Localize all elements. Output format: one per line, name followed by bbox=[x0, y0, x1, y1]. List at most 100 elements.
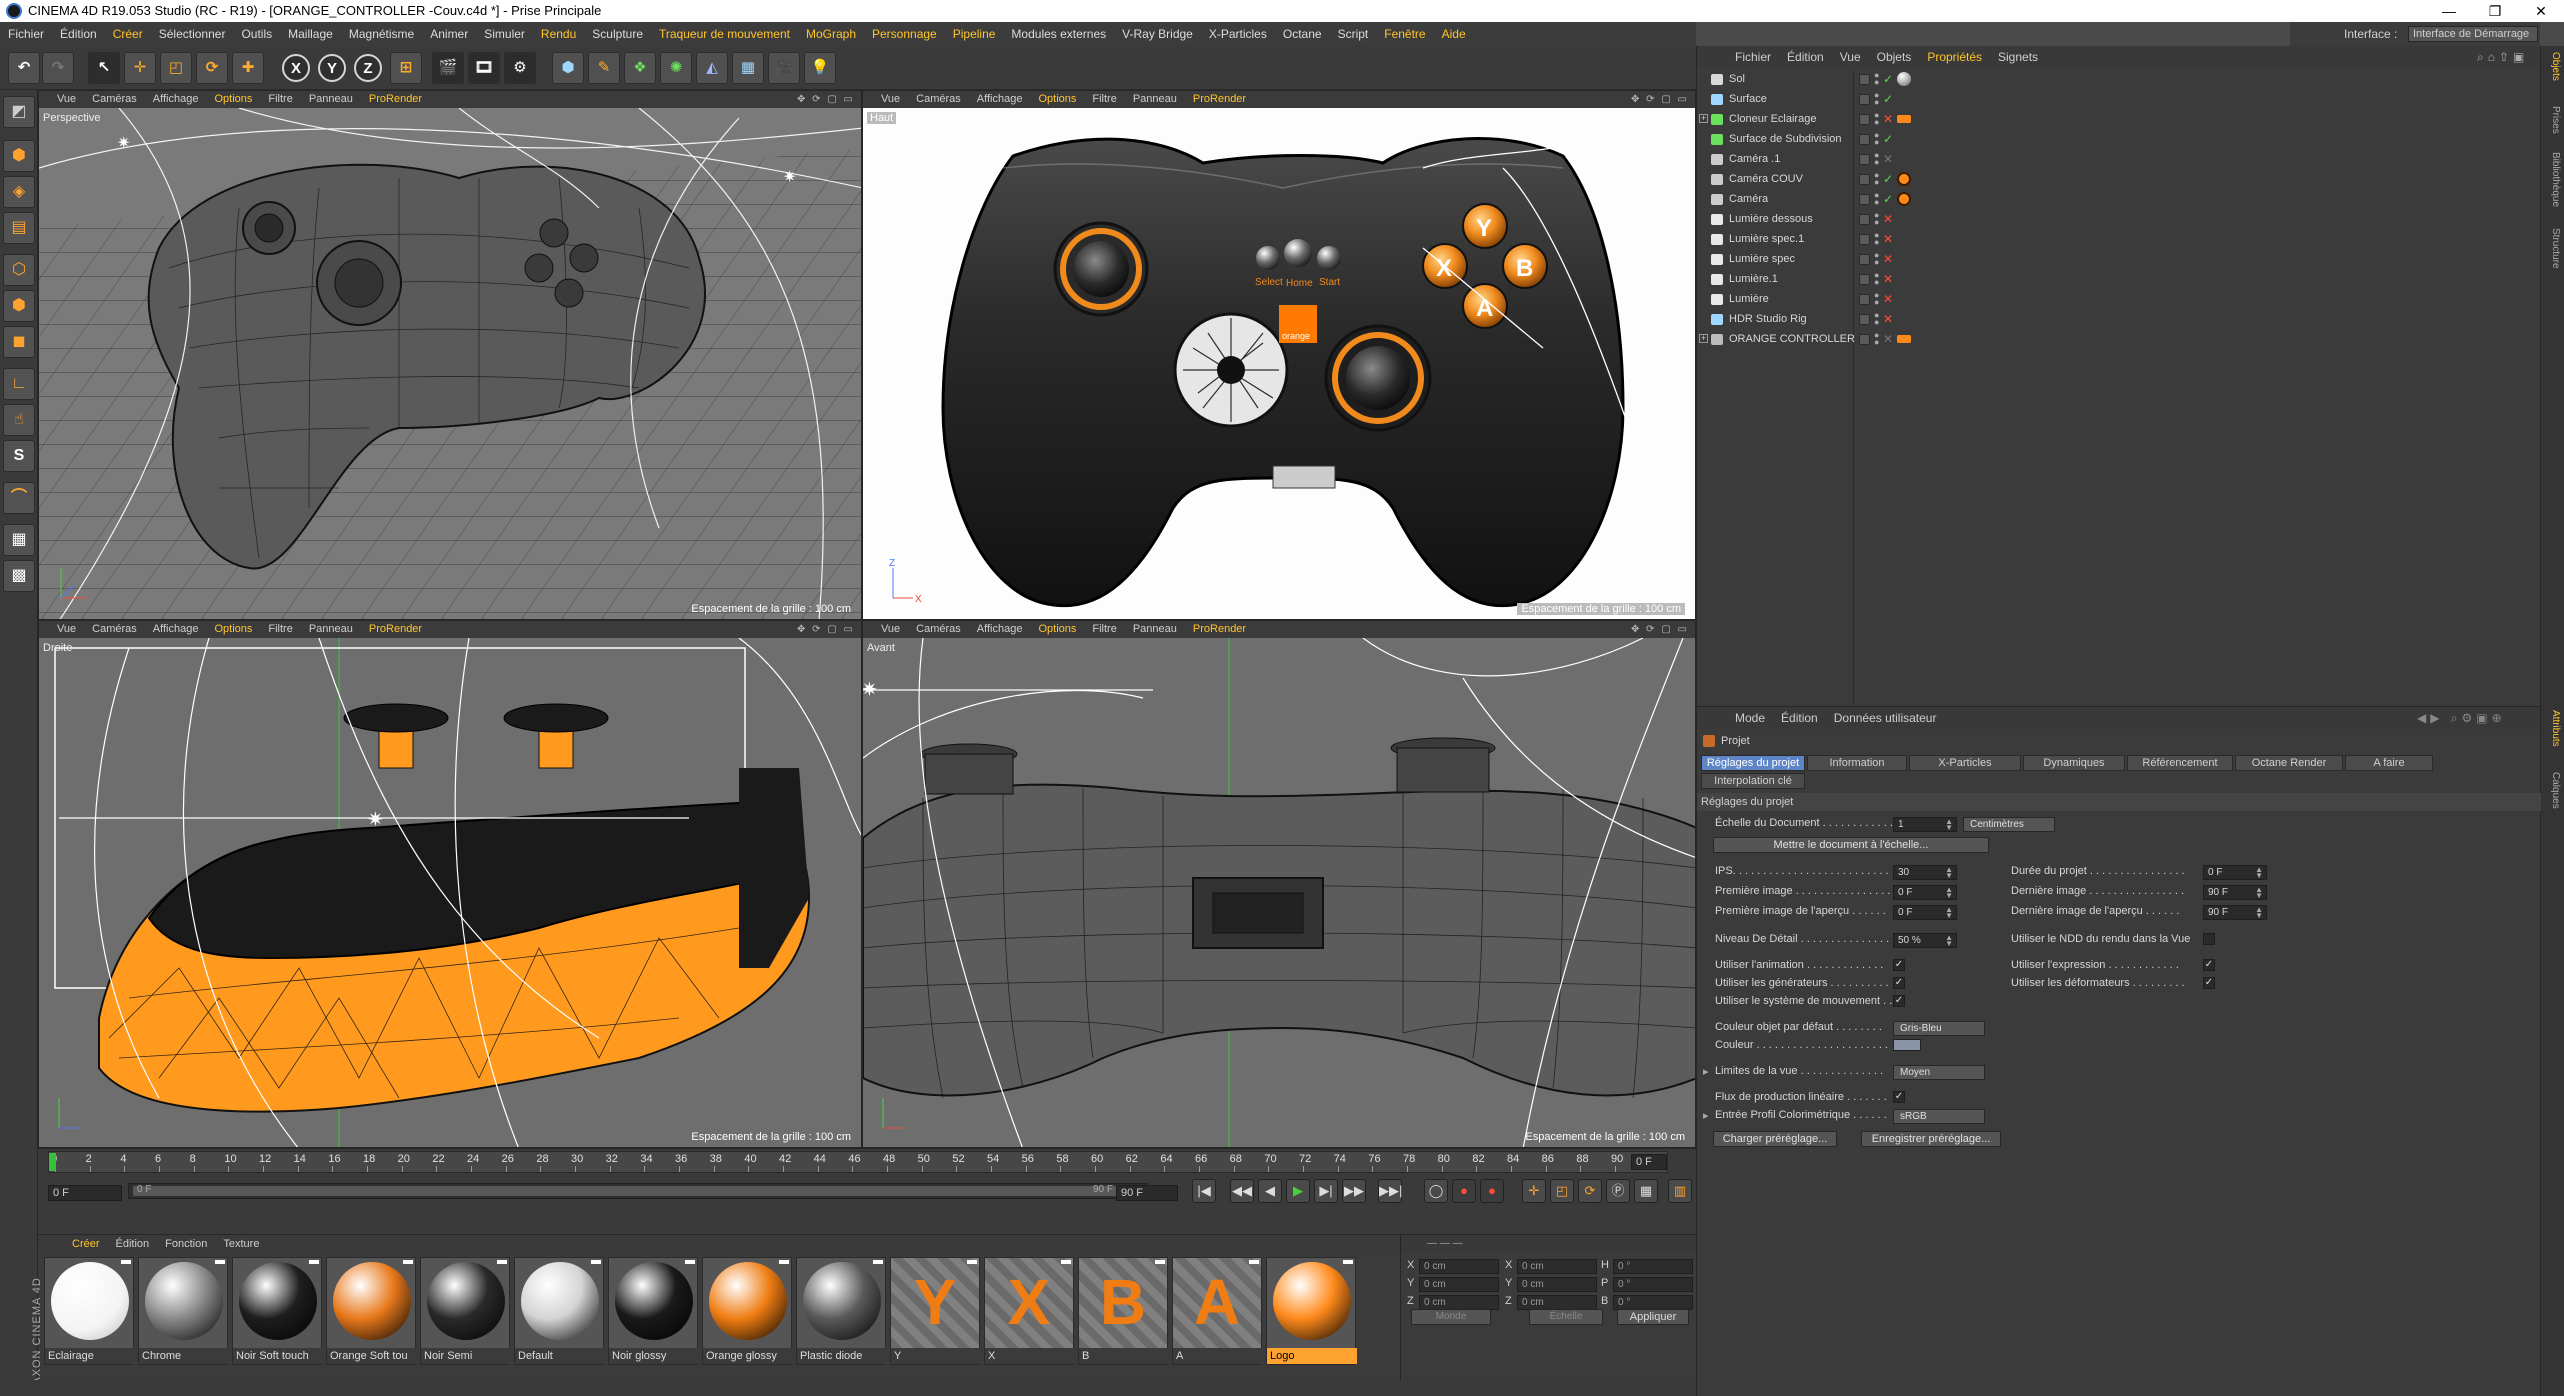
load-preset-button[interactable]: Charger préréglage... bbox=[1713, 1131, 1837, 1147]
vp-menu-affichage[interactable]: Affichage bbox=[969, 623, 1031, 635]
visibility-dots-icon[interactable]: ● ● bbox=[1874, 91, 1879, 107]
material-swatch[interactable]: Eclairage bbox=[44, 1257, 135, 1365]
mat-menu-edition[interactable]: Édition bbox=[108, 1238, 158, 1250]
coord-mode-dropdown[interactable]: Monde bbox=[1411, 1309, 1491, 1325]
visibility-dots-icon[interactable]: ● ● bbox=[1874, 231, 1879, 247]
save-preset-button[interactable]: Enregistrer préréglage... bbox=[1861, 1131, 2001, 1147]
menu-magnetisme[interactable]: Magnétisme bbox=[341, 27, 422, 41]
om-menu-edition[interactable]: Édition bbox=[1779, 50, 1832, 64]
vp-menu-panneau[interactable]: Panneau bbox=[1125, 623, 1185, 635]
first-frame-field[interactable]: 0 F ▲ ▼ bbox=[1893, 885, 1957, 900]
menu-mograph[interactable]: MoGraph bbox=[798, 27, 864, 41]
gen-checkbox[interactable]: ✓ bbox=[1893, 977, 1905, 989]
menu-fichier[interactable]: Fichier bbox=[0, 27, 52, 41]
first-preview-field[interactable]: 0 F ▲ ▼ bbox=[1893, 905, 1957, 920]
floor-icon[interactable]: ▦ bbox=[732, 52, 764, 84]
attr-tab[interactable]: X-Particles bbox=[1909, 755, 2021, 771]
polygons-mode-icon[interactable]: ◼ bbox=[3, 326, 35, 358]
visibility-dots-icon[interactable]: ● ● bbox=[1874, 271, 1879, 287]
disabled-cross-icon[interactable]: ✕ bbox=[1883, 250, 1893, 268]
array-icon[interactable]: ✺ bbox=[660, 52, 692, 84]
material-swatch[interactable]: AA bbox=[1172, 1257, 1263, 1365]
om-menu-vue[interactable]: Vue bbox=[1832, 50, 1869, 64]
lod-field[interactable]: 50 % ▲ ▼ bbox=[1893, 933, 1957, 948]
material-swatch[interactable]: Plastic diode bbox=[796, 1257, 887, 1365]
tweak-mode-icon[interactable]: ☝ bbox=[3, 404, 35, 436]
vp-menu-vue[interactable]: Vue bbox=[49, 93, 84, 105]
coord-field[interactable]: 0 cm bbox=[1419, 1295, 1499, 1310]
attr-tab[interactable]: A faire bbox=[2345, 755, 2433, 771]
layer-checkbox-icon[interactable] bbox=[1859, 234, 1870, 245]
vp-menu-cameras[interactable]: Caméras bbox=[908, 93, 969, 105]
locked-workplane-icon[interactable]: ▩ bbox=[3, 560, 35, 592]
autokey-icon[interactable]: ● bbox=[1480, 1179, 1504, 1203]
key-rotation-icon[interactable]: ⟳ bbox=[1578, 1179, 1602, 1203]
coord-field[interactable]: 0 cm bbox=[1517, 1259, 1597, 1274]
viewport-right[interactable]: Vue Caméras Affichage Options Filtre Panneau P… bbox=[38, 620, 862, 1148]
cube-icon[interactable]: ⬢ bbox=[552, 52, 584, 84]
visibility-dots-icon[interactable]: ● ● bbox=[1874, 151, 1879, 167]
rail-tab-calques[interactable]: Calques bbox=[2550, 772, 2561, 809]
om-menu-objets[interactable]: Objets bbox=[1869, 50, 1920, 64]
ips-field[interactable]: 30 ▲ ▼ bbox=[1893, 865, 1957, 880]
texture-mode-icon[interactable]: ◈ bbox=[3, 176, 35, 208]
minimize-button[interactable]: — bbox=[2426, 0, 2472, 22]
target-tag-icon[interactable] bbox=[1897, 192, 1911, 206]
subdivision-icon[interactable]: ❖ bbox=[624, 52, 656, 84]
object-row[interactable]: Lumière.1 ● ● ✕ bbox=[1697, 270, 2541, 288]
enable-axis-icon[interactable]: ▦ bbox=[3, 524, 35, 556]
vp-menu-prorender[interactable]: ProRender bbox=[361, 623, 430, 635]
material-swatch[interactable]: Default bbox=[514, 1257, 605, 1365]
material-swatch[interactable]: Orange glossy bbox=[702, 1257, 793, 1365]
move-icon[interactable]: ✛ bbox=[124, 52, 156, 84]
vp-menu-panneau[interactable]: Panneau bbox=[301, 623, 361, 635]
menu-xparticles[interactable]: X-Particles bbox=[1201, 27, 1275, 41]
coord-system-icon[interactable]: ⊞ bbox=[390, 52, 422, 84]
om-menu-proprietes[interactable]: Propriétés bbox=[1919, 50, 1990, 64]
color-swatch[interactable] bbox=[1893, 1039, 1921, 1051]
am-header-tools[interactable]: ◀▶ ⌕⚙▣⊕ bbox=[2409, 707, 2514, 729]
y-axis-icon[interactable]: Y bbox=[318, 54, 346, 82]
vp-menu-options[interactable]: Options bbox=[206, 623, 260, 635]
visibility-dots-icon[interactable]: ● ● bbox=[1874, 251, 1879, 267]
duration-field[interactable]: 0 F ▲ ▼ bbox=[2203, 865, 2267, 880]
key-parameter-icon[interactable]: Ⓟ bbox=[1606, 1179, 1630, 1203]
material-swatch[interactable]: BB bbox=[1078, 1257, 1169, 1365]
model-mode-icon[interactable]: ⬢ bbox=[3, 140, 35, 172]
vp-menu-options[interactable]: Options bbox=[1030, 93, 1084, 105]
vp-menu-filtre[interactable]: Filtre bbox=[1084, 623, 1124, 635]
object-row[interactable]: Surface de Subdivision ● ● ✓ bbox=[1697, 130, 2541, 148]
select-icon[interactable]: ↖ bbox=[88, 52, 120, 84]
material-swatch[interactable]: Noir Semi bbox=[420, 1257, 511, 1365]
menu-pipeline[interactable]: Pipeline bbox=[945, 27, 1004, 41]
enabled-check-icon[interactable]: ✓ bbox=[1883, 190, 1893, 208]
timeline-ruler[interactable]: 0246810121416182022242628303234363840424… bbox=[48, 1151, 1668, 1173]
tag-icon[interactable] bbox=[1897, 335, 1911, 343]
apply-button[interactable]: Appliquer bbox=[1617, 1309, 1689, 1325]
menu-selectionner[interactable]: Sélectionner bbox=[151, 27, 234, 41]
rail-tab-prises[interactable]: Prises bbox=[2550, 106, 2561, 134]
menu-outils[interactable]: Outils bbox=[233, 27, 280, 41]
attr-tab[interactable]: Référencement bbox=[2127, 755, 2233, 771]
layer-checkbox-icon[interactable] bbox=[1859, 294, 1870, 305]
menu-script[interactable]: Script bbox=[1330, 27, 1377, 41]
menu-maillage[interactable]: Maillage bbox=[280, 27, 341, 41]
key-scale-icon[interactable]: ◰ bbox=[1550, 1179, 1574, 1203]
am-menu-edition[interactable]: Édition bbox=[1773, 711, 1826, 725]
play-button[interactable]: ▶ bbox=[1286, 1179, 1310, 1203]
layer-checkbox-icon[interactable] bbox=[1859, 334, 1870, 345]
viewport-nav-controls[interactable]: ✥ ⟳ ▢ ▭ bbox=[1631, 621, 1689, 638]
rotate-icon[interactable]: ⟳ bbox=[196, 52, 228, 84]
object-row[interactable]: Sol ● ● ✓ bbox=[1697, 70, 2541, 88]
object-row[interactable]: Caméra .1 ● ● ✕ bbox=[1697, 150, 2541, 168]
next-frame-button[interactable]: ▶| bbox=[1314, 1179, 1338, 1203]
coord-field[interactable]: 0 ° bbox=[1613, 1277, 1693, 1292]
layer-checkbox-icon[interactable] bbox=[1859, 314, 1870, 325]
visibility-dots-icon[interactable]: ● ● bbox=[1874, 331, 1879, 347]
visibility-dots-icon[interactable]: ● ● bbox=[1874, 111, 1879, 127]
layer-checkbox-icon[interactable] bbox=[1859, 254, 1870, 265]
object-row[interactable]: Lumière spec.1 ● ● ✕ bbox=[1697, 230, 2541, 248]
menu-fenetre[interactable]: Fenêtre bbox=[1376, 27, 1433, 41]
camera-icon[interactable]: 🎥 bbox=[768, 52, 800, 84]
material-swatch[interactable]: Orange Soft tou bbox=[326, 1257, 417, 1365]
